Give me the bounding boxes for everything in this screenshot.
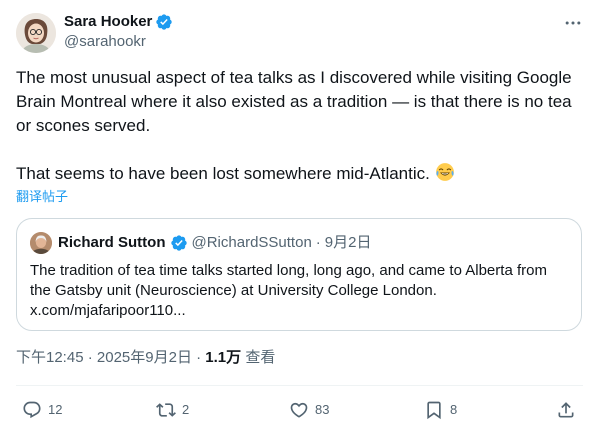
bookmark-count: 8: [450, 402, 458, 417]
views-count[interactable]: 1.1万: [205, 349, 241, 366]
reply-icon: [23, 401, 41, 419]
repost-icon: [156, 403, 176, 417]
divider: [16, 385, 583, 386]
like-button[interactable]: 83: [289, 400, 329, 420]
translate-post-link[interactable]: 翻译帖子: [16, 189, 68, 205]
quoted-link[interactable]: x.com/mjafaripoor110...: [30, 301, 570, 321]
author-name-row[interactable]: Sara Hooker: [64, 12, 173, 32]
tears-of-joy-emoji: [435, 163, 454, 181]
quoted-text: The tradition of tea time talks started …: [30, 261, 570, 321]
quoted-author-handle: @RichardSSutton: [191, 234, 312, 251]
tweet: Sara Hooker @sarahookr The most unusual …: [0, 0, 599, 435]
quoted-tweet-card[interactable]: Richard Sutton @RichardSSutton · 9月2日 Th…: [16, 218, 582, 331]
tweet-paragraph-2-text: That seems to have been lost somewhere m…: [16, 164, 430, 183]
action-bar: 12 2 83 8: [0, 400, 599, 422]
verified-badge-icon: [156, 14, 173, 30]
quoted-separator: ·: [315, 234, 321, 251]
author-avatar[interactable]: [16, 13, 56, 53]
quoted-author-name: Richard Sutton: [58, 234, 166, 251]
repost-count: 2: [182, 402, 190, 417]
quoted-text-line: The tradition of tea time talks started …: [30, 262, 547, 279]
share-icon: [558, 402, 574, 418]
share-button[interactable]: [556, 400, 576, 420]
more-icon[interactable]: [563, 13, 583, 33]
author-name[interactable]: Sara Hooker: [64, 12, 152, 32]
quoted-text-line: the Gatsby unit (Neuroscience) at Univer…: [30, 282, 437, 299]
tweet-paragraph-1: The most unusual aspect of tea talks as …: [16, 68, 572, 135]
quoted-author-avatar: [30, 232, 52, 254]
quoted-date: 9月2日: [324, 234, 372, 251]
tweet-paragraph-2: That seems to have been lost somewhere m…: [16, 162, 576, 186]
tweet-time[interactable]: 下午12:45: [16, 349, 84, 366]
tweet-date[interactable]: 2025年9月2日: [97, 349, 192, 366]
bookmark-button[interactable]: 8: [424, 400, 457, 420]
like-icon: [290, 402, 308, 418]
tweet-meta: 下午12:45 · 2025年9月2日 · 1.1万 查看: [16, 348, 275, 368]
reply-count: 12: [48, 402, 63, 417]
author-handle[interactable]: @sarahookr: [64, 32, 146, 52]
meta-separator: ·: [196, 349, 202, 366]
repost-button[interactable]: 2: [156, 400, 189, 420]
reply-button[interactable]: 12: [22, 400, 62, 420]
like-count: 83: [315, 402, 330, 417]
bookmark-icon: [427, 401, 441, 420]
views-label: 查看: [245, 349, 276, 366]
meta-separator: ·: [87, 349, 93, 366]
quoted-header: Richard Sutton @RichardSSutton · 9月2日: [58, 233, 371, 253]
verified-badge-icon: [170, 235, 187, 251]
tweet-text: The most unusual aspect of tea talks as …: [16, 66, 576, 186]
